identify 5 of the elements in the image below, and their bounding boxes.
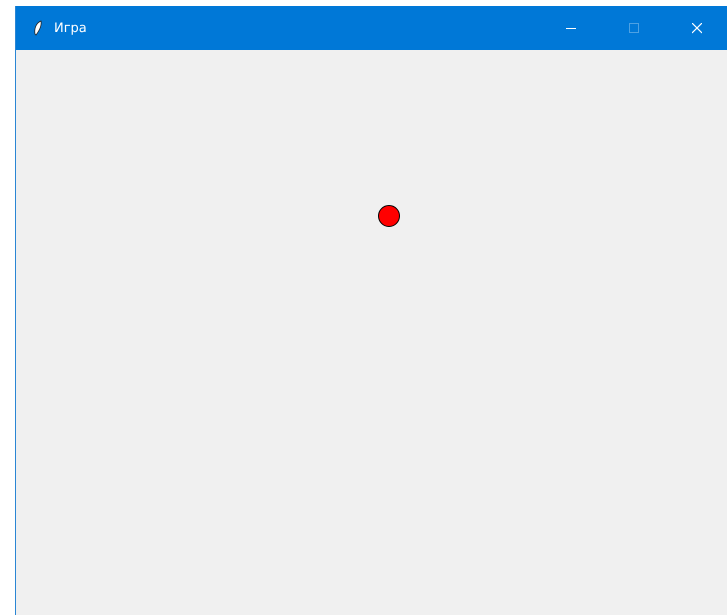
window-title: Игра bbox=[54, 20, 87, 36]
close-icon bbox=[692, 22, 702, 34]
maximize-icon bbox=[628, 22, 638, 34]
feather-icon bbox=[33, 20, 43, 36]
ball bbox=[378, 205, 400, 227]
